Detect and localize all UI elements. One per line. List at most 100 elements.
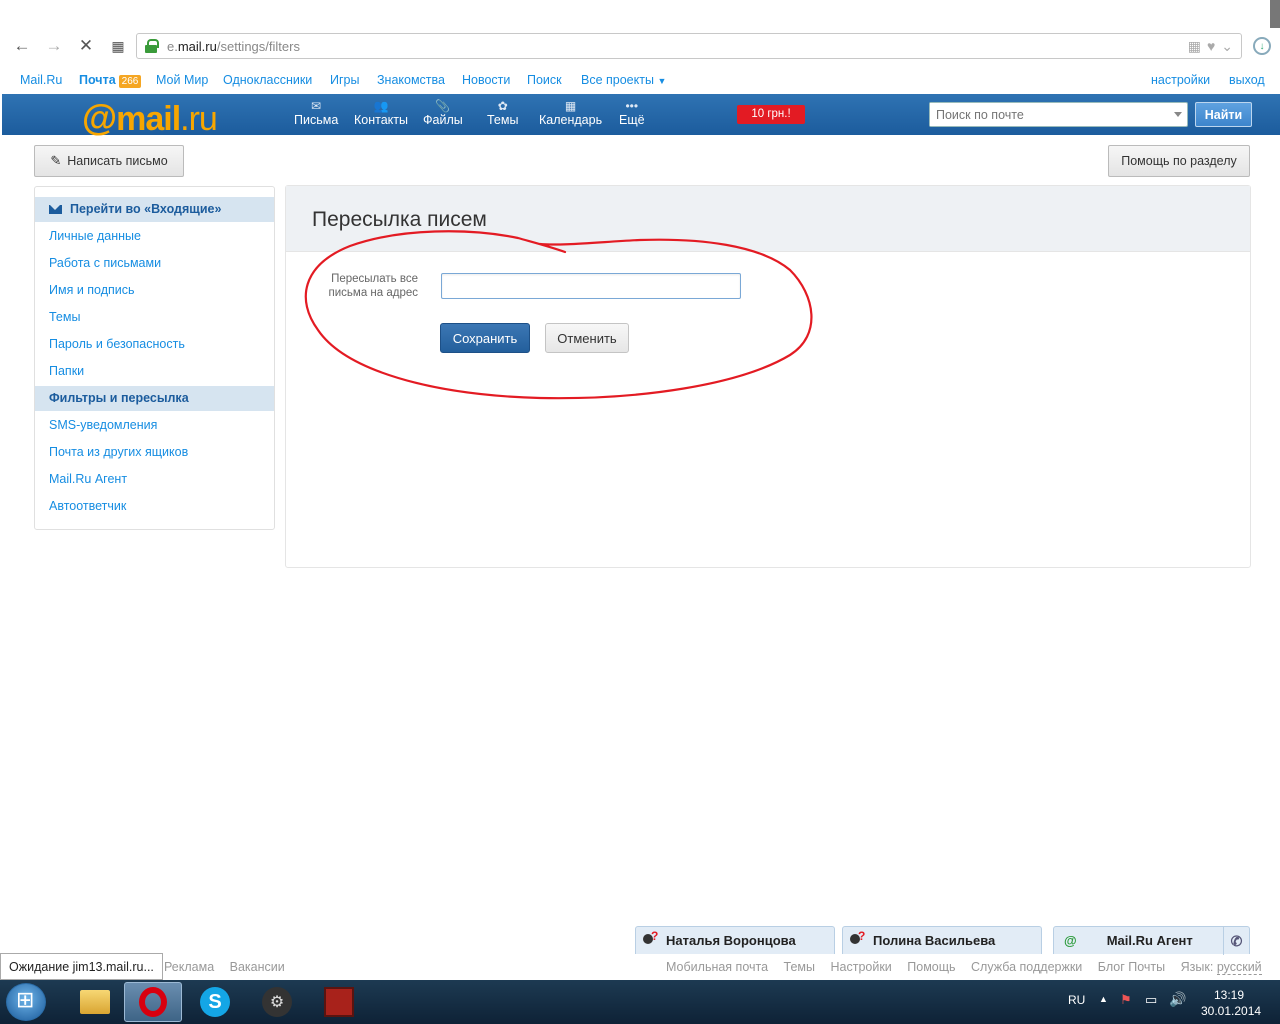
user-unknown-icon: ? (849, 929, 867, 950)
portal-link-all-projects[interactable]: Все проекты ▼ (581, 73, 666, 87)
portal-link-dating[interactable]: Знакомства (377, 73, 445, 87)
loading-status: Ожидание jim13.mail.ru... (0, 953, 163, 980)
footer-lang-select[interactable]: русский (1216, 960, 1262, 975)
browser-chrome: ← → ✕ ▦ e.mail.ru/settings/filters ▦ ♥ ⌄… (0, 0, 1280, 66)
sidebar-item-inbox[interactable]: Перейти во «Входящие» (35, 197, 274, 222)
dots-icon: ••• (625, 99, 639, 113)
footer-link-mobile[interactable]: Мобильная почта (666, 960, 768, 974)
sidebar-item-agent[interactable]: Mail.Ru Агент (35, 467, 274, 492)
portal-link-moymir[interactable]: Мой Мир (156, 73, 208, 87)
language-indicator[interactable]: RU (1068, 993, 1085, 1007)
envelope-icon (49, 205, 62, 214)
footer-link-help[interactable]: Помощь (907, 960, 955, 974)
network-icon[interactable]: ▭ (1145, 992, 1157, 1008)
volume-icon[interactable]: 🔊 (1169, 991, 1186, 1008)
portal-link-logout[interactable]: выход (1229, 73, 1265, 87)
pencil-icon: ✎ (50, 153, 62, 168)
mail-search-input[interactable] (930, 103, 1158, 126)
window-edge (1270, 0, 1280, 28)
chevron-down-icon[interactable]: ⌄ (1221, 38, 1233, 55)
caret-down-icon: ▼ (657, 76, 667, 86)
agent-contact-tab[interactable]: ? Полина Васильева (842, 926, 1042, 954)
nav-more[interactable]: ••• Ещё (619, 99, 645, 127)
address-actions: ▦ ♥ ⌄ (1188, 38, 1233, 55)
compose-button[interactable]: ✎ Написать письмо (34, 145, 184, 177)
dota-icon[interactable] (310, 982, 368, 1022)
footer-right: Мобильная почта Темы Настройки Помощь Сл… (666, 960, 1262, 975)
download-icon[interactable]: ↓ (1253, 37, 1271, 55)
footer-link-settings[interactable]: Настройки (830, 960, 891, 974)
sidebar-item-themes[interactable]: Темы (35, 305, 274, 330)
sidebar-item-filters[interactable]: Фильтры и пересылка (35, 386, 274, 411)
user-unknown-icon: ? (642, 929, 660, 950)
portal-link-news[interactable]: Новости (462, 73, 510, 87)
sidebar-item-security[interactable]: Пароль и безопасность (35, 332, 274, 357)
address-bar[interactable]: e.mail.ru/settings/filters ▦ ♥ ⌄ (136, 33, 1242, 59)
back-icon[interactable]: ← (11, 36, 33, 56)
footer-link-jobs[interactable]: Вакансии (230, 960, 285, 974)
nav-letters[interactable]: ✉ Письма (294, 99, 338, 127)
mailru-logo[interactable]: @mail.ru (82, 97, 218, 139)
phone-icon[interactable]: ✆ (1223, 927, 1249, 955)
action-center-icon[interactable]: ⚑ (1120, 992, 1132, 1008)
panel-header: Пересылка писем (286, 186, 1250, 252)
forward-address-label: Пересылать все письма на адрес (328, 273, 418, 299)
calendar-icon: ▦ (564, 99, 577, 113)
promo-badge[interactable]: 10 грн.! (737, 105, 805, 124)
sidebar-item-signature[interactable]: Имя и подпись (35, 278, 274, 303)
sidebar-item-folders[interactable]: Папки (35, 359, 274, 384)
sidebar-item-sms[interactable]: SMS-уведомления (35, 413, 274, 438)
stop-icon[interactable]: ✕ (75, 36, 97, 56)
portal-link-mailru[interactable]: Mail.Ru (20, 73, 62, 87)
clock-time[interactable]: 13:19 (1214, 988, 1244, 1002)
skype-icon[interactable]: S (186, 982, 244, 1022)
chevron-down-icon[interactable] (1174, 112, 1182, 117)
save-button[interactable]: Сохранить (440, 323, 530, 353)
envelope-icon: ✉ (311, 99, 322, 113)
footer-link-themes[interactable]: Темы (784, 960, 815, 974)
footer-link-ads[interactable]: Реклама (164, 960, 214, 974)
opera-icon[interactable] (124, 982, 182, 1022)
sidebar-item-other-mailboxes[interactable]: Почта из других ящиков (35, 440, 274, 465)
portal-link-games[interactable]: Игры (330, 73, 359, 87)
portal-link-settings[interactable]: настройки (1151, 73, 1210, 87)
help-button[interactable]: Помощь по разделу (1108, 145, 1250, 177)
tray-expand-icon[interactable]: ▲ (1099, 994, 1108, 1004)
cancel-button[interactable]: Отменить (545, 323, 629, 353)
nav-calendar[interactable]: ▦ Календарь (539, 99, 602, 127)
nav-contacts[interactable]: 👥 Контакты (354, 99, 408, 127)
mail-search[interactable] (929, 102, 1188, 127)
search-button[interactable]: Найти (1195, 102, 1252, 127)
lock-icon (145, 39, 159, 53)
steam-icon[interactable]: ⚙ (248, 982, 306, 1022)
nav-files[interactable]: 📎 Файлы (423, 99, 463, 127)
forward-icon[interactable]: → (43, 36, 65, 56)
heart-icon[interactable]: ♥ (1207, 38, 1215, 55)
sidebar-item-letters[interactable]: Работа с письмами (35, 251, 274, 276)
agent-contact-tab[interactable]: ? Наталья Воронцова (635, 926, 835, 954)
forward-address-input[interactable] (441, 273, 741, 299)
footer-link-blog[interactable]: Блог Почты (1098, 960, 1165, 974)
page-title: Пересылка писем (312, 208, 487, 231)
agent-at-icon: @ (1064, 933, 1077, 948)
speed-dial-icon[interactable]: ▦ (107, 36, 129, 56)
mail-count-badge: 266 (118, 75, 142, 88)
portal-link-ok[interactable]: Одноклассники (223, 73, 312, 87)
sidebar-item-autoresponder[interactable]: Автоответчик (35, 494, 274, 519)
portal-link-search[interactable]: Поиск (527, 73, 562, 87)
start-button[interactable] (6, 983, 46, 1021)
mail-header: @mail.ru ✉ Письма 👥 Контакты 📎 Файлы ✿ Темы … (2, 94, 1280, 138)
settings-sidebar: Перейти во «Входящие» Личные данные Рабо… (34, 186, 275, 530)
portal-link-pochta[interactable]: Почта 266 (79, 73, 142, 88)
explorer-icon[interactable] (66, 982, 124, 1022)
people-icon: 👥 (373, 99, 389, 113)
forwarding-panel: Пересылка писем Пересылать все письма на… (285, 185, 1251, 568)
paperclip-icon: 📎 (435, 99, 451, 113)
footer-lang-label: Язык: (1180, 960, 1214, 974)
footer-link-support[interactable]: Служба поддержки (971, 960, 1082, 974)
sidebar-item-personal[interactable]: Личные данные (35, 224, 274, 249)
clock-date[interactable]: 30.01.2014 (1201, 1004, 1261, 1018)
nav-themes[interactable]: ✿ Темы (487, 99, 518, 127)
grid-icon[interactable]: ▦ (1188, 38, 1201, 55)
agent-main-tab[interactable]: @ Mail.Ru Агент ✆ (1053, 926, 1250, 955)
